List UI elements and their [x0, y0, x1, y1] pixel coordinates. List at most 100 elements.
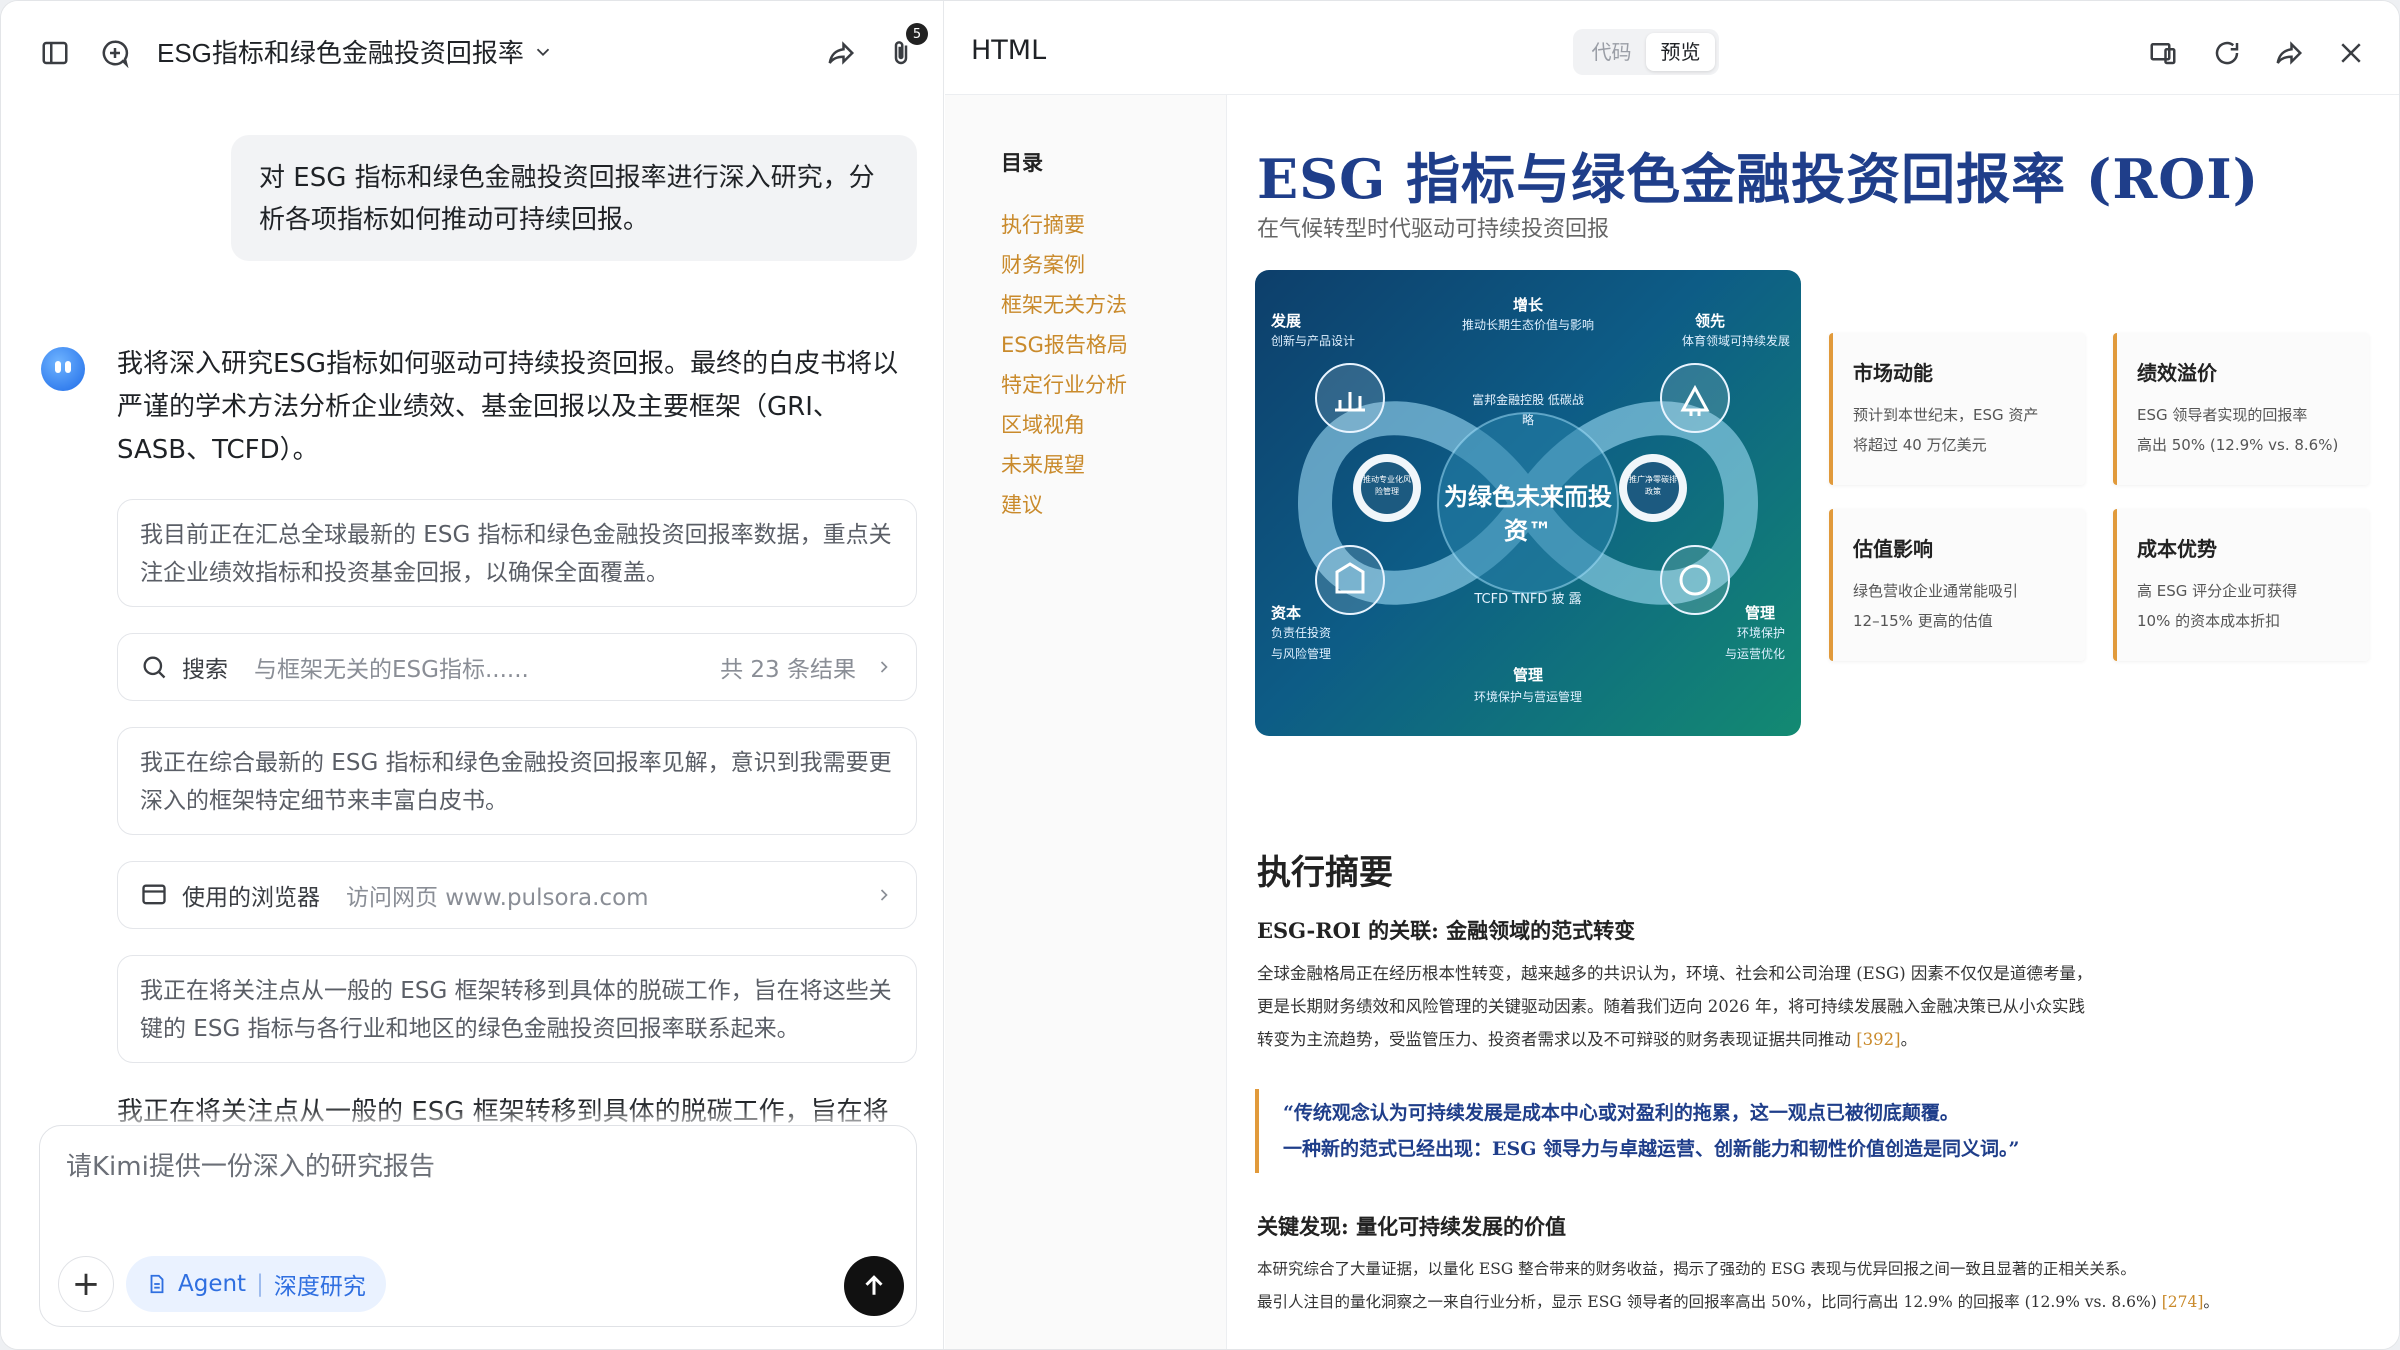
hero-bottom-inner: TCFD TNFD 披 露 — [1474, 592, 1582, 607]
paragraph-text: 转变为主流趋势，受监管压力、投资者需求以及不可辩驳的财务表现证据共同推动 — [1257, 1030, 1851, 1049]
stat-card-market-momentum: 市场动能 预计到本世纪末，ESG 资产 将超过 40 万亿美元 — [1829, 333, 2085, 485]
toc-item-outlook[interactable]: 未来展望 — [1001, 449, 1085, 479]
paragraph-line: 转变为主流趋势，受监管压力、投资者需求以及不可辩驳的财务表现证据共同推动 [39… — [1257, 1030, 1918, 1049]
hero-bl-title: 资本 — [1271, 604, 1302, 622]
stat-text: 绿色营收企业通常能吸引 — [1853, 582, 2019, 600]
paragraph-line: 更是长期财务绩效和风险管理的关键驱动因素。随着我们迈向 2026 年，将可持续发… — [1257, 997, 2085, 1016]
paragraph-line: 本研究综合了大量证据，以量化 ESG 整合带来的财务收益，揭示了强劲的 ESG … — [1257, 1260, 2136, 1278]
refresh-icon[interactable] — [2205, 31, 2249, 75]
stat-text: 10% 的资本成本折扣 — [2137, 612, 2281, 630]
paragraph-line: 最引人注目的量化洞察之一来自行业分析，显示 ESG 领导者的回报率高出 50%，… — [1257, 1293, 2219, 1311]
hero-bl-sub1: 负责任投资 — [1271, 626, 1332, 640]
tab-code[interactable]: 代码 — [1577, 33, 1646, 71]
sidebar-toggle-icon[interactable] — [33, 31, 77, 75]
stat-text: 高 ESG 评分企业可获得 — [2137, 582, 2298, 600]
stat-text: 将超过 40 万亿美元 — [1853, 436, 1987, 454]
preview-pane: HTML 代码 预览 目录 执行摘要 财务案例 框架无关方法 ESG报告格局 特… — [945, 1, 2399, 1349]
document-icon — [150, 1274, 164, 1294]
toc-item-regional[interactable]: 区域视角 — [1001, 409, 1085, 439]
hero-br-title: 管理 — [1745, 604, 1776, 622]
stat-title: 成本优势 — [2137, 537, 2217, 561]
hero-center-text: 为绿色未来而投资™ — [1444, 483, 1612, 545]
quote-line: “传统观念认为可持续发展是成本中心或对盈利的拖累，这一观点已被彻底颠覆。 — [1283, 1102, 1959, 1124]
stat-text: 12–15% 更高的估值 — [1853, 612, 1993, 630]
hero-infographic: 为绿色未来而投资™ 富邦金融控股 低碳战略 TCFD TNFD 披 露 推动专业… — [1255, 270, 1801, 736]
send-button[interactable] — [844, 1256, 904, 1316]
toc-item-industry[interactable]: 特定行业分析 — [1001, 369, 1127, 399]
hero-top-sub: 推动长期生态价值与影响 — [1461, 318, 1594, 332]
hero-right-inner: 推广净零碳排政策 — [1629, 475, 1677, 496]
search-count: 共 23 条结果 — [720, 657, 856, 683]
arrow-up-icon — [865, 1275, 883, 1295]
deep-research-label: 深度研究 — [273, 1274, 366, 1300]
browser-usage-row[interactable]: 使用的浏览器 访问网页 www.pulsora.com — [117, 861, 917, 929]
toc-item-framework-agnostic[interactable]: 框架无关方法 — [1001, 289, 1127, 319]
hero-tr-sub: 体育领域可持续发展 — [1681, 334, 1790, 348]
toc-item-recommendations[interactable]: 建议 — [1001, 489, 1043, 519]
table-of-contents: 目录 执行摘要 财务案例 框架无关方法 ESG报告格局 特定行业分析 区域视角 … — [945, 95, 1227, 1349]
share-icon[interactable] — [2267, 31, 2311, 75]
quote-line: 一种新的范式已经出现：ESG 领导力与卓越运营、创新能力和韧性价值创造是同义词。… — [1283, 1138, 2020, 1160]
chat-title: ESG指标和绿色金融投资回报率 — [157, 38, 524, 68]
subheading-esg-roi: ESG-ROI 的关联: 金融领域的范式转变 — [1257, 918, 1636, 943]
close-icon[interactable] — [2329, 31, 2373, 75]
paragraph-line: 全球金融格局正在经历根本性转变，越来越多的共识认为，环境、社会和公司治理 (ES… — [1257, 964, 2093, 983]
user-message: 对 ESG 指标和绿色金融投资回报率进行深入研究，分析各项指标如何推动可持续回报… — [231, 135, 917, 261]
agent-mode-chip[interactable]: Agent | 深度研究 — [126, 1256, 386, 1312]
browser-label: 使用的浏览器 — [182, 885, 320, 911]
device-preview-icon[interactable] — [2141, 31, 2185, 75]
view-mode-toggle: 代码 预览 — [1573, 29, 1719, 75]
preview-topbar: HTML 代码 预览 — [945, 1, 2399, 95]
citation-link[interactable]: [274] — [2162, 1293, 2204, 1311]
section-heading-summary: 执行摘要 — [1257, 853, 1393, 893]
add-attachment-button[interactable]: + — [58, 1256, 114, 1312]
hero-br-sub1: 环境保护 — [1736, 626, 1785, 640]
thinking-step-1: 我目前正在汇总全球最新的 ESG 指标和绿色金融投资回报率数据，重点关注企业绩效… — [117, 499, 917, 607]
toc-item-summary[interactable]: 执行摘要 — [1001, 209, 1085, 239]
citation-link[interactable]: [392] — [1856, 1030, 1900, 1049]
paragraph-text: 最引人注目的量化洞察之一来自行业分析，显示 ESG 领导者的回报率高出 50%，… — [1257, 1293, 2157, 1311]
browser-icon — [142, 884, 166, 905]
hero-bl-sub2: 与风险管理 — [1271, 647, 1332, 661]
stat-text: 预计到本世纪末，ESG 资产 — [1853, 406, 2039, 424]
chevron-down-icon — [536, 48, 550, 56]
thinking-step-2: 我正在综合最新的 ESG 指标和绿色金融投资回报率见解，意识到我需要更深入的框架… — [117, 727, 917, 835]
chat-title-dropdown[interactable]: ESG指标和绿色金融投资回报率 — [157, 33, 554, 70]
hero-top-inner: 富邦金融控股 低碳战略 — [1472, 393, 1584, 427]
app-window: ESG指标和绿色金融投资回报率 5 对 ESG 指标和绿色金融投资回报率进行深入… — [0, 0, 2400, 1350]
message-composer[interactable]: 请Kimi提供一份深入的研究报告 + Agent | 深度研究 — [39, 1125, 917, 1327]
search-query: 与框架无关的ESG指标...... — [254, 657, 529, 683]
hero-tl-title: 发展 — [1271, 312, 1302, 330]
attachment-count-badge: 5 — [906, 23, 928, 45]
new-chat-icon[interactable] — [93, 31, 137, 75]
hero-bottom-title: 管理 — [1512, 666, 1543, 684]
chat-pane: ESG指标和绿色金融投资回报率 5 对 ESG 指标和绿色金融投资回报率进行深入… — [1, 1, 944, 1349]
search-icon — [143, 656, 166, 679]
tab-preview[interactable]: 预览 — [1646, 33, 1715, 71]
toc-heading: 目录 — [1001, 151, 1043, 175]
search-label: 搜索 — [182, 657, 228, 683]
preview-title: HTML — [971, 35, 1047, 66]
browser-value: 访问网页 www.pulsora.com — [346, 885, 649, 911]
document-subtitle: 在气候转型时代驱动可持续投资回报 — [1257, 217, 1610, 242]
composer-input[interactable]: 请Kimi提供一份深入的研究报告 — [66, 1146, 435, 1183]
toc-item-esg-reporting[interactable]: ESG报告格局 — [1001, 329, 1128, 359]
hero-bottom-sub: 环境保护与营运管理 — [1473, 690, 1582, 704]
stat-text: 高出 50% (12.9% vs. 8.6%) — [2137, 436, 2339, 454]
chevron-right-icon — [880, 661, 888, 673]
hero-tr-title: 领先 — [1695, 312, 1726, 330]
search-result-row[interactable]: 搜索 与框架无关的ESG指标...... 共 23 条结果 — [117, 633, 917, 701]
thinking-step-3: 我正在将关注点从一般的 ESG 框架转移到具体的脱碳工作，旨在将这些关键的 ES… — [117, 955, 917, 1063]
chat-topbar: ESG指标和绿色金融投资回报率 5 — [1, 1, 944, 105]
stat-title: 估值影响 — [1853, 537, 1933, 561]
toc-item-financial-case[interactable]: 财务案例 — [1001, 249, 1085, 279]
hero-tl-sub: 创新与产品设计 — [1271, 334, 1356, 348]
hero-top-title: 增长 — [1512, 296, 1543, 314]
share-icon[interactable] — [819, 31, 863, 75]
stat-title: 绩效溢价 — [2137, 361, 2217, 385]
hero-left-inner: 推动专业化风险管理 — [1363, 475, 1411, 496]
stat-title: 市场动能 — [1853, 361, 1933, 385]
stat-card-valuation-impact: 估值影响 绿色营收企业通常能吸引 12–15% 更高的估值 — [1829, 509, 2085, 661]
document-content: ESG 指标与绿色金融投资回报率 (ROI) 在气候转型时代驱动可持续投资回报 — [1227, 95, 2399, 1349]
chevron-right-icon — [880, 889, 888, 901]
